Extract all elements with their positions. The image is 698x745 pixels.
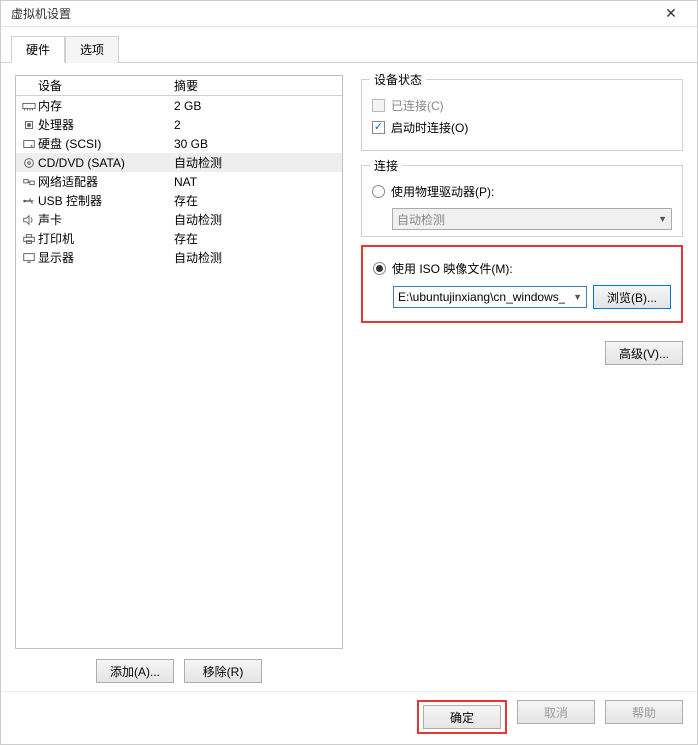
right-panel: 设备状态 已连接(C) 启动时连接(O) 连接 使用物理驱动器(P): [361, 75, 683, 683]
poweron-label: 启动时连接(O) [391, 119, 468, 136]
display-icon [22, 252, 36, 264]
content-area: 设备 摘要 内存 2 GB 处理器 2 硬盘 (SCSI) 30 GB [1, 63, 697, 691]
close-button[interactable]: ✕ [655, 3, 687, 25]
iso-path-combo[interactable]: E:\ubuntujinxiang\cn_windows_ ▼ [393, 286, 587, 308]
use-physical-row[interactable]: 使用物理驱动器(P): [372, 180, 672, 202]
use-iso-radio[interactable] [373, 262, 386, 275]
device-row-memory[interactable]: 内存 2 GB [16, 96, 342, 115]
device-buttons: 添加(A)... 移除(R) [15, 659, 343, 683]
connected-checkbox [372, 99, 385, 112]
browse-button[interactable]: 浏览(B)... [593, 285, 671, 309]
status-legend: 设备状态 [370, 71, 426, 88]
titlebar: 虚拟机设置 ✕ [1, 1, 697, 27]
network-icon [22, 176, 36, 188]
usb-icon [22, 195, 36, 207]
device-row-cpu[interactable]: 处理器 2 [16, 115, 342, 134]
device-row-hdd[interactable]: 硬盘 (SCSI) 30 GB [16, 134, 342, 153]
physical-drive-combo: 自动检测 ▼ [392, 208, 672, 230]
use-iso-row[interactable]: 使用 ISO 映像文件(M): [373, 257, 671, 279]
use-physical-radio[interactable] [372, 185, 385, 198]
connection-legend: 连接 [370, 157, 402, 174]
device-row-sound[interactable]: 声卡 自动检测 [16, 210, 342, 229]
connected-label: 已连接(C) [391, 97, 444, 114]
printer-icon [22, 233, 36, 245]
ok-highlight: 确定 [417, 700, 507, 734]
use-physical-label: 使用物理驱动器(P): [391, 183, 494, 200]
tab-options[interactable]: 选项 [65, 36, 119, 63]
device-row-display[interactable]: 显示器 自动检测 [16, 248, 342, 267]
connect-poweron-row[interactable]: 启动时连接(O) [372, 116, 672, 138]
device-row-printer[interactable]: 打印机 存在 [16, 229, 342, 248]
device-list-header: 设备 摘要 [16, 76, 342, 96]
vm-settings-window: 虚拟机设置 ✕ 硬件 选项 设备 摘要 内存 2 GB [0, 0, 698, 745]
connection-group: 连接 使用物理驱动器(P): 自动检测 ▼ [361, 165, 683, 323]
remove-button[interactable]: 移除(R) [184, 659, 262, 683]
header-summary: 摘要 [174, 77, 338, 94]
advanced-button[interactable]: 高级(V)... [605, 341, 683, 365]
advanced-row: 高级(V)... [361, 341, 683, 365]
hdd-icon [22, 138, 36, 150]
tab-bar: 硬件 选项 [1, 27, 697, 63]
cancel-button[interactable]: 取消 [517, 700, 595, 724]
cpu-icon [22, 119, 36, 131]
dialog-footer: 确定 取消 帮助 [1, 691, 697, 744]
cd-icon [22, 157, 36, 169]
help-button[interactable]: 帮助 [605, 700, 683, 724]
memory-icon [22, 100, 36, 112]
device-row-cddvd[interactable]: CD/DVD (SATA) 自动检测 [16, 153, 342, 172]
chevron-down-icon[interactable]: ▼ [573, 292, 582, 302]
device-status-group: 设备状态 已连接(C) 启动时连接(O) [361, 79, 683, 151]
device-list[interactable]: 设备 摘要 内存 2 GB 处理器 2 硬盘 (SCSI) 30 GB [15, 75, 343, 649]
poweron-checkbox[interactable] [372, 121, 385, 134]
close-icon: ✕ [665, 5, 677, 22]
sound-icon [22, 214, 36, 226]
tab-hardware[interactable]: 硬件 [11, 36, 65, 63]
use-iso-label: 使用 ISO 映像文件(M): [392, 260, 513, 277]
ok-button[interactable]: 确定 [423, 705, 501, 729]
connected-checkbox-row: 已连接(C) [372, 94, 672, 116]
header-device: 设备 [38, 77, 174, 94]
device-panel: 设备 摘要 内存 2 GB 处理器 2 硬盘 (SCSI) 30 GB [15, 75, 343, 683]
chevron-down-icon: ▼ [658, 214, 667, 224]
device-row-usb[interactable]: USB 控制器 存在 [16, 191, 342, 210]
device-row-network[interactable]: 网络适配器 NAT [16, 172, 342, 191]
add-button[interactable]: 添加(A)... [96, 659, 174, 683]
window-title: 虚拟机设置 [11, 5, 71, 22]
